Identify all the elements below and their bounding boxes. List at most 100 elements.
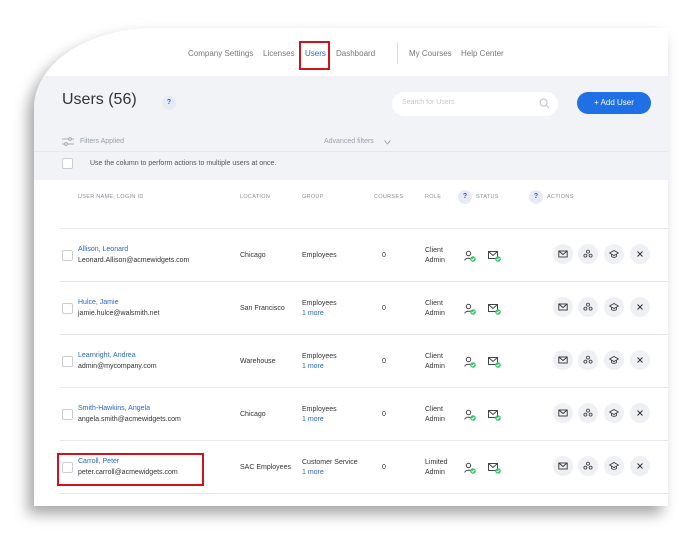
location-cell: SAC Employees [240, 464, 291, 471]
remove-user-button[interactable] [630, 456, 650, 476]
page-title: Users (56) [62, 91, 137, 108]
role-cell: Limited Admin [425, 458, 448, 478]
top-nav: Company Settings Licenses Users Dashboar… [34, 28, 668, 76]
user-name-link[interactable]: Learnright, Andrea [78, 352, 136, 359]
group-cell: Employees 1 more [302, 352, 337, 372]
nav-dashboard[interactable]: Dashboard [336, 49, 375, 58]
email-user-button[interactable] [553, 456, 573, 476]
mail-check-icon[interactable] [488, 355, 501, 373]
assign-course-button[interactable] [604, 297, 624, 317]
courses-cell: 0 [382, 358, 386, 365]
user-check-icon[interactable] [464, 249, 476, 267]
location-cell: San Francisco [240, 305, 285, 312]
remove-user-button[interactable] [630, 350, 650, 370]
role-cell: Client Admin [425, 405, 445, 425]
login-id: Leonard.Allison@acmewidgets.com [78, 257, 190, 264]
user-check-icon[interactable] [464, 461, 476, 479]
row-checkbox[interactable] [62, 250, 73, 261]
assign-group-button[interactable] [578, 456, 598, 476]
more-groups-link[interactable]: 1 more [302, 468, 358, 478]
assign-group-button[interactable] [578, 350, 598, 370]
role-cell: Client Admin [425, 299, 445, 319]
status-help-icon[interactable]: ? [458, 190, 472, 204]
role-line-1: Limited [425, 459, 448, 466]
more-groups-link[interactable]: 1 more [302, 415, 337, 425]
advanced-filters-toggle[interactable]: Advanced filters [324, 138, 374, 145]
col-role[interactable]: ROLE [425, 194, 441, 200]
row-checkbox[interactable] [62, 356, 73, 367]
row-checkbox[interactable] [62, 409, 73, 420]
mail-check-icon[interactable] [488, 408, 501, 426]
assign-group-button[interactable] [578, 403, 598, 423]
courses-cell: 0 [382, 464, 386, 471]
filter-icon[interactable] [62, 137, 74, 146]
col-courses[interactable]: COURSES [374, 194, 403, 200]
col-group[interactable]: GROUP [302, 194, 324, 200]
filters-applied-label[interactable]: Filters Applied [80, 138, 124, 145]
nav-licenses[interactable]: Licenses [263, 49, 295, 58]
user-check-icon[interactable] [464, 355, 476, 373]
users-page: Company Settings Licenses Users Dashboar… [34, 28, 668, 506]
role-line-2: Admin [425, 257, 445, 264]
filters-divider [34, 151, 668, 152]
help-icon[interactable]: ? [162, 96, 176, 110]
screenshot-frame: Company Settings Licenses Users Dashboar… [0, 0, 696, 533]
mail-check-icon[interactable] [488, 461, 501, 479]
search-input[interactable]: Search for Users [392, 92, 558, 116]
login-id: admin@mycompany.com [78, 363, 157, 370]
role-line-1: Client [425, 300, 443, 307]
table-row: Hulce, Jamie jamie.hulce@walsmith.net San … [34, 282, 668, 335]
users-tab-highlight [299, 41, 330, 70]
user-name-link[interactable]: Hulce, Jamie [78, 299, 118, 306]
add-user-button[interactable]: + Add User [577, 92, 651, 114]
select-all-checkbox[interactable] [62, 158, 73, 169]
email-user-button[interactable] [553, 403, 573, 423]
nav-my-courses[interactable]: My Courses [409, 49, 452, 58]
role-line-1: Client [425, 247, 443, 254]
actions-help-icon[interactable]: ? [529, 190, 543, 204]
courses-cell: 0 [382, 305, 386, 312]
group-cell: Customer Service 1 more [302, 458, 358, 478]
nav-divider [397, 42, 398, 64]
user-check-icon[interactable] [464, 302, 476, 320]
user-check-icon[interactable] [464, 408, 476, 426]
nav-help-center[interactable]: Help Center [461, 49, 504, 58]
col-user[interactable]: USER NAME, LOGIN ID [78, 194, 144, 200]
chevron-down-icon [384, 140, 391, 145]
col-location[interactable]: LOCATION [240, 194, 270, 200]
remove-user-button[interactable] [630, 297, 650, 317]
group-name: Employees [302, 300, 337, 307]
location-cell: Warehouse [240, 358, 276, 365]
email-user-button[interactable] [553, 297, 573, 317]
table-row: Smith-Hawkins, Angela angela.smith@acmewi… [34, 388, 668, 441]
mail-check-icon[interactable] [488, 249, 501, 267]
assign-group-button[interactable] [578, 297, 598, 317]
remove-user-button[interactable] [630, 403, 650, 423]
more-groups-link[interactable]: 1 more [302, 309, 337, 319]
table-row: Allison, Leonard Leonard.Allison@acmewidg… [34, 229, 668, 282]
email-user-button[interactable] [553, 350, 573, 370]
group-cell: Employees [302, 251, 337, 261]
group-cell: Employees 1 more [302, 405, 337, 425]
row-checkbox[interactable] [62, 303, 73, 314]
more-groups-link[interactable]: 1 more [302, 362, 337, 372]
assign-course-button[interactable] [604, 456, 624, 476]
group-name: Employees [302, 353, 337, 360]
user-name-link[interactable]: Smith-Hawkins, Angela [78, 405, 150, 412]
col-status[interactable]: STATUS [476, 194, 499, 200]
role-line-2: Admin [425, 310, 445, 317]
mail-check-icon[interactable] [488, 302, 501, 320]
assign-course-button[interactable] [604, 350, 624, 370]
nav-company-settings[interactable]: Company Settings [188, 49, 253, 58]
assign-course-button[interactable] [604, 244, 624, 264]
user-name-link[interactable]: Allison, Leonard [78, 246, 128, 253]
carroll-row-highlight [57, 453, 204, 486]
remove-user-button[interactable] [630, 244, 650, 264]
assign-group-button[interactable] [578, 244, 598, 264]
assign-course-button[interactable] [604, 403, 624, 423]
email-user-button[interactable] [553, 244, 573, 264]
group-name: Employees [302, 406, 337, 413]
role-cell: Client Admin [425, 246, 445, 266]
courses-cell: 0 [382, 252, 386, 259]
search-icon [539, 98, 550, 109]
